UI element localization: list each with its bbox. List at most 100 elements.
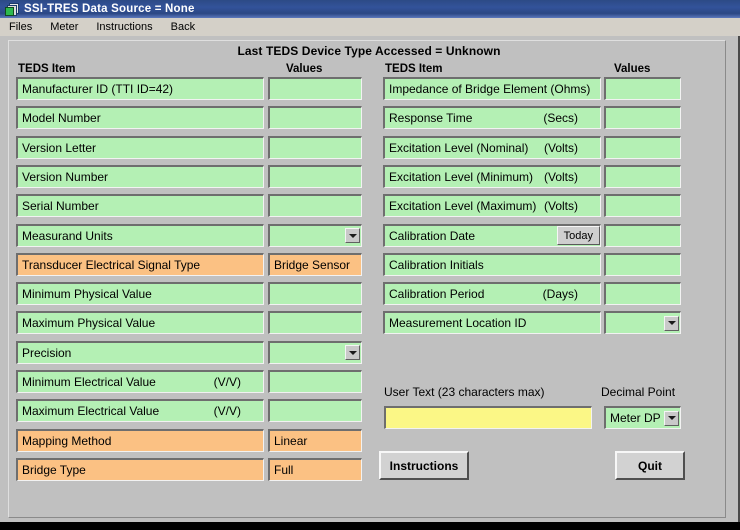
teds-item-label-text: Maximum Electrical Value (22, 404, 160, 419)
chevron-down-icon[interactable] (664, 410, 679, 426)
teds-value-input[interactable] (268, 370, 362, 393)
teds-value-input[interactable] (604, 194, 681, 218)
teds-item-label-text: Impedance of Bridge Element (Ohms) (389, 82, 591, 96)
teds-item-label: Calibration Date Today (383, 223, 601, 247)
teds-item-label-text: Maximum Physical Value (22, 316, 156, 331)
teds-item-label-text: Calibration Date (389, 228, 476, 243)
teds-item-label: Calibration Period (Days) (383, 282, 601, 306)
teds-value-input[interactable]: Linear (268, 428, 362, 452)
last-device-banner: Last TEDS Device Type Accessed = Unknown (237, 44, 501, 58)
teds-item-label-text: Excitation Level (Maximum) (389, 199, 537, 214)
teds-item-unit: (Volts) (543, 169, 578, 184)
teds-value-input[interactable]: Full (268, 457, 362, 481)
teds-item-label-text: Transducer Electrical Signal Type (22, 257, 201, 272)
teds-item-unit: (Days) (542, 287, 578, 302)
teds-item-label-text: Serial Number (22, 199, 99, 214)
menu-item-instructions[interactable]: Instructions (87, 20, 161, 35)
teds-item-label-text: Manufacturer ID (TTI ID=42) (22, 82, 174, 96)
teds-item-label: Model Number (16, 106, 264, 130)
teds-item-unit: (Volts) (543, 140, 578, 155)
teds-item-label: Measurand Units (16, 223, 264, 247)
teds-item-label-text: Measurand Units (22, 228, 113, 243)
right-column-header-item: TEDS Item (385, 63, 443, 75)
teds-item-label: Calibration Initials (383, 252, 601, 276)
decimal-point-combo[interactable]: Meter DP (604, 406, 681, 429)
client-area: Last TEDS Device Type Accessed = Unknown… (0, 36, 738, 522)
teds-value-input[interactable] (268, 311, 362, 335)
right-column-header-values: Values (614, 63, 651, 75)
teds-value-input[interactable] (268, 106, 362, 130)
teds-item-label: Manufacturer ID (TTI ID=42) (16, 77, 264, 100)
teds-item-label: Version Letter (16, 135, 264, 159)
teds-item-unit: (V/V) (213, 404, 241, 419)
teds-value-input[interactable] (268, 135, 362, 159)
decimal-point-label: Decimal Point (601, 385, 676, 399)
teds-item-label: Version Number (16, 164, 264, 188)
teds-item-label: Impedance of Bridge Element (Ohms) (383, 77, 601, 100)
teds-item-unit: (Volts) (543, 199, 578, 214)
teds-item-label-text: Model Number (22, 111, 101, 126)
teds-value-input[interactable] (604, 77, 681, 100)
teds-value-input[interactable] (268, 77, 362, 100)
teds-item-label-text: Precision (22, 345, 72, 360)
teds-item-label-text: Minimum Physical Value (22, 287, 152, 302)
teds-item-label: Minimum Electrical Value (V/V) (16, 370, 264, 393)
teds-item-label-text: Excitation Level (Minimum) (389, 169, 534, 184)
teds-item-label-text: Minimum Electrical Value (22, 375, 156, 389)
decimal-point-value: Meter DP (610, 411, 661, 425)
teds-item-label: Excitation Level (Maximum) (Volts) (383, 194, 601, 218)
teds-item-label-text: Version Letter (22, 140, 97, 155)
teds-item-label-text: Excitation Level (Nominal) (389, 140, 529, 155)
quit-button[interactable]: Quit (615, 451, 685, 480)
teds-item-label: Maximum Physical Value (16, 311, 264, 335)
chevron-down-icon[interactable] (345, 228, 360, 243)
teds-item-label-text: Measurement Location ID (389, 316, 527, 331)
teds-item-label: Maximum Electrical Value (V/V) (16, 399, 264, 423)
teds-value-combo[interactable] (268, 340, 362, 364)
teds-item-unit: (Secs) (543, 111, 578, 126)
teds-value-combo[interactable] (604, 311, 681, 335)
teds-item-label: Mapping Method (16, 428, 264, 452)
teds-item-label-text: Response Time (389, 111, 473, 126)
teds-value-input[interactable] (604, 282, 681, 306)
teds-value-input[interactable] (604, 223, 681, 247)
today-button[interactable]: Today (556, 226, 600, 245)
menu-item-meter[interactable]: Meter (41, 20, 87, 35)
teds-value-text: Linear (274, 433, 308, 448)
teds-item-label: Minimum Physical Value (16, 282, 264, 306)
teds-item-label: Transducer Electrical Signal Type (16, 252, 264, 276)
teds-value-combo[interactable] (268, 223, 362, 247)
left-column-header-values: Values (286, 63, 323, 75)
chevron-down-icon[interactable] (664, 315, 679, 331)
teds-value-input[interactable] (268, 164, 362, 188)
teds-value-input[interactable] (268, 194, 362, 218)
teds-value-input[interactable]: Bridge Sensor (268, 252, 362, 276)
teds-item-unit: (V/V) (213, 375, 241, 389)
title-bar: SSI-TRES Data Source = None (0, 0, 740, 18)
menu-item-back[interactable]: Back (162, 20, 204, 35)
teds-item-label: Excitation Level (Nominal) (Volts) (383, 135, 601, 159)
teds-value-input[interactable] (604, 135, 681, 159)
user-text-label: User Text (23 characters max) (384, 385, 545, 399)
user-text-input[interactable] (384, 406, 592, 429)
application-window: SSI-TRES Data Source = None Files Meter … (0, 0, 740, 522)
menu-bar: Files Meter Instructions Back (0, 18, 740, 36)
teds-value-text: Bridge Sensor (274, 257, 351, 272)
teds-value-input[interactable] (604, 106, 681, 130)
instructions-button[interactable]: Instructions (379, 451, 469, 480)
teds-item-label: Precision (16, 340, 264, 364)
teds-item-label: Response Time (Secs) (383, 106, 601, 130)
menu-item-files[interactable]: Files (0, 20, 41, 35)
teds-value-input[interactable] (268, 282, 362, 306)
teds-item-label: Excitation Level (Minimum) (Volts) (383, 164, 601, 188)
left-column-header-item: TEDS Item (18, 63, 76, 75)
teds-value-input[interactable] (604, 164, 681, 188)
teds-item-label: Bridge Type (16, 457, 264, 481)
window-title: SSI-TRES Data Source = None (24, 3, 195, 15)
teds-value-text: Full (274, 462, 294, 477)
chevron-down-icon[interactable] (345, 345, 360, 361)
teds-value-input[interactable] (604, 252, 681, 276)
teds-value-input[interactable] (268, 399, 362, 423)
teds-item-label-text: Bridge Type (22, 462, 86, 477)
teds-item-label: Measurement Location ID (383, 311, 601, 335)
